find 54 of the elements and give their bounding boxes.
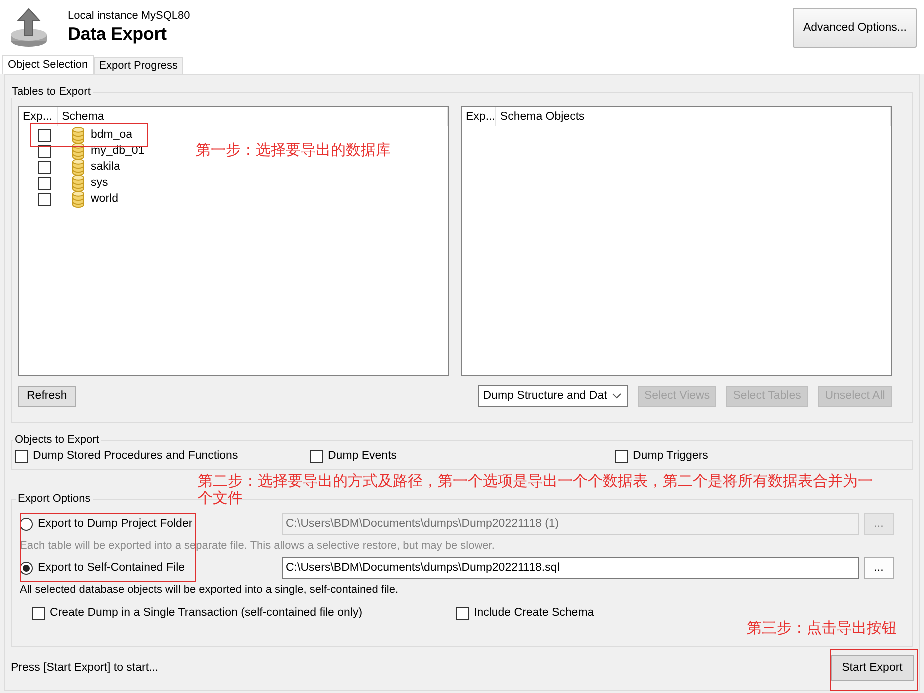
- path-field[interactable]: C:\Users\BDM\Documents\dumps\Dump20221118.sql: [282, 557, 859, 579]
- description-text: All selected database objects will be exported into a single, self-contained file.: [20, 583, 400, 598]
- schema-name: sakila: [91, 161, 120, 173]
- browse-button[interactable]: ...: [864, 557, 894, 579]
- chevron-down-icon: [612, 393, 622, 399]
- group-title: Tables to Export: [12, 86, 91, 98]
- database-icon: [72, 126, 85, 144]
- annotation-text: 第一步：选择要导出的数据库: [196, 142, 391, 159]
- dropdown-value: Dump Structure and Dat: [483, 390, 608, 402]
- schema-name: sys: [91, 177, 108, 189]
- checkbox[interactable]: [310, 450, 323, 462]
- group-title: Export Options: [18, 493, 91, 505]
- schema-name: world: [91, 193, 118, 205]
- start-export-button[interactable]: Start Export: [831, 655, 914, 681]
- checkbox[interactable]: [38, 160, 51, 174]
- column-header: Exp...: [19, 107, 58, 126]
- database-icon: [72, 158, 85, 176]
- annotation-text: 第二步：选择要导出的方式及路径，第一个选项是导出一个个数据表，第二个是将所有数据表合并为一个文件: [198, 473, 874, 507]
- radio-label: Export to Self-Contained File: [38, 562, 186, 574]
- export-icon: [10, 7, 48, 48]
- checkbox[interactable]: [38, 144, 51, 158]
- refresh-button[interactable]: Refresh: [18, 386, 76, 406]
- dump-type-dropdown[interactable]: Dump Structure and Dat: [478, 385, 628, 407]
- radio-label: Export to Dump Project Folder: [38, 518, 193, 530]
- page-title: Data Export: [68, 24, 168, 45]
- database-icon: [72, 142, 85, 160]
- checkbox-label: Create Dump in a Single Transaction (self-contained file only): [50, 607, 363, 619]
- checkbox-label: Include Create Schema: [474, 607, 594, 619]
- checkbox[interactable]: [38, 176, 51, 190]
- column-header: Schema Objects: [496, 107, 891, 126]
- checkbox[interactable]: [38, 192, 51, 206]
- schema-name: bdm_oa: [91, 129, 133, 141]
- checkbox-label: Dump Stored Procedures and Functions: [33, 450, 238, 462]
- path-field[interactable]: C:\Users\BDM\Documents\dumps\Dump20221118 (1): [282, 513, 859, 535]
- advanced-options-button[interactable]: Advanced Options...: [793, 8, 917, 48]
- database-icon: [72, 174, 85, 192]
- checkbox[interactable]: [615, 450, 628, 462]
- column-header: Schema: [58, 107, 448, 126]
- radio-button[interactable]: [20, 518, 33, 530]
- tab[interactable]: Object Selection: [2, 55, 94, 74]
- checkbox-label: Dump Triggers: [633, 450, 708, 462]
- group-title: Objects to Export: [15, 434, 100, 446]
- column-header: Exp...: [462, 107, 496, 126]
- checkbox-label: Dump Events: [328, 450, 398, 462]
- status-text: Press [Start Export] to start...: [11, 662, 159, 674]
- checkbox[interactable]: [15, 450, 28, 462]
- checkbox[interactable]: [456, 606, 469, 620]
- tab[interactable]: Export Progress: [94, 57, 183, 74]
- checkbox[interactable]: [38, 128, 51, 142]
- database-icon: [72, 190, 85, 208]
- radio-button[interactable]: [20, 562, 33, 574]
- annotation-text: 第三步：点击导出按钮: [747, 620, 897, 637]
- checkbox[interactable]: [32, 606, 45, 620]
- instance-label: Local instance MySQL80: [68, 10, 192, 22]
